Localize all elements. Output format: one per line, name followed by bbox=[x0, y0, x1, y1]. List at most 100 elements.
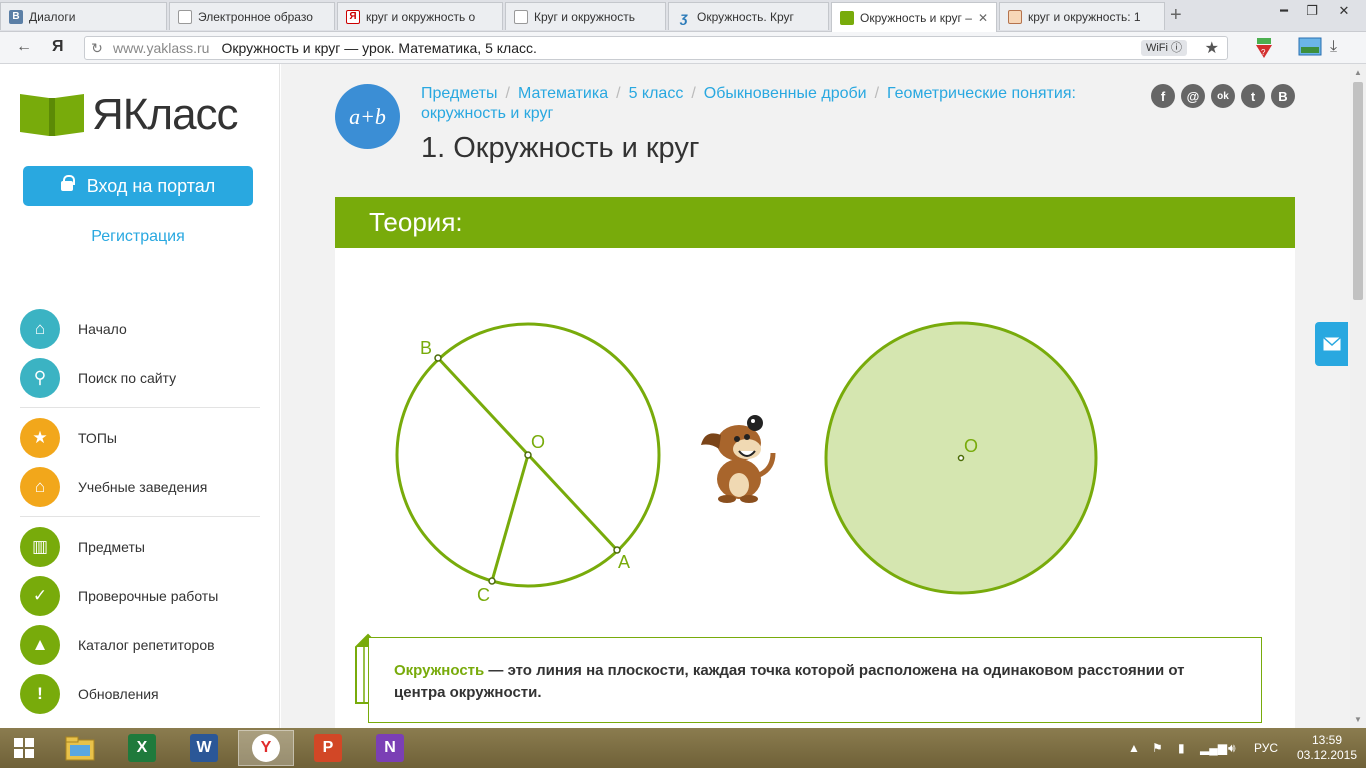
sidebar-item-updates[interactable]: ! Обновления bbox=[20, 669, 260, 718]
action-center-icon[interactable]: ⚑ bbox=[1152, 728, 1163, 768]
back-arrow-icon[interactable]: ← bbox=[16, 38, 32, 56]
clock[interactable]: 13:59 03.12.2015 bbox=[1296, 733, 1358, 763]
graduation-cap-icon: ▲ bbox=[20, 624, 60, 665]
tab-title: Электронное образо bbox=[198, 9, 313, 24]
sidebar-item-label: Поиск по сайту bbox=[78, 369, 177, 386]
sidebar-item-label: Предметы bbox=[78, 538, 145, 555]
sidebar-item-label: Каталог репетиторов bbox=[78, 636, 215, 653]
download-icon[interactable]: ⤓ bbox=[1330, 38, 1337, 56]
label-c: C bbox=[477, 585, 490, 605]
close-tab-icon[interactable]: ✕ bbox=[978, 11, 988, 25]
powerpoint-icon[interactable]: P bbox=[300, 730, 356, 766]
wifi-badge[interactable]: WiFi ⓘ bbox=[1140, 40, 1187, 56]
tab-title: круг и окружность: 1 bbox=[1028, 9, 1141, 24]
page-icon bbox=[178, 9, 192, 24]
tab-image[interactable]: круг и окружность: 1 bbox=[999, 2, 1165, 30]
breadcrumb-link[interactable]: Обыкновенные дроби bbox=[704, 85, 867, 102]
breadcrumb-link[interactable]: Математика bbox=[518, 85, 608, 102]
sidebar-item-schools[interactable]: ⌂ Учебные заведения bbox=[20, 462, 260, 511]
volume-icon[interactable]: 🔊︎ bbox=[1228, 728, 1236, 768]
new-tab-button[interactable]: + bbox=[1170, 4, 1182, 27]
login-button[interactable]: Вход на портал bbox=[23, 166, 253, 206]
twitter-icon[interactable]: t bbox=[1241, 84, 1265, 108]
star-icon: ★ bbox=[20, 417, 60, 458]
sidebar-item-tops[interactable]: ★ ТОПы bbox=[20, 413, 260, 462]
lock-icon bbox=[60, 175, 75, 191]
dog-mascot-icon bbox=[701, 415, 776, 503]
minimize-icon[interactable]: ━ bbox=[1270, 0, 1298, 22]
windows-start-icon[interactable] bbox=[4, 730, 44, 766]
vk-icon[interactable]: В bbox=[1271, 84, 1295, 108]
protect-icon[interactable]: ? bbox=[1254, 36, 1276, 65]
definition-body: — это линия на плоскости, каждая точка к… bbox=[394, 662, 1185, 701]
excel-icon[interactable]: X bbox=[114, 730, 170, 766]
svg-text:?: ? bbox=[1261, 48, 1266, 57]
battery-icon[interactable]: ▮ bbox=[1178, 728, 1185, 768]
tab-dialogs[interactable]: В Диалоги bbox=[0, 2, 167, 30]
sidebar-item-label: Обновления bbox=[78, 685, 159, 702]
tab-electronic[interactable]: Электронное образо bbox=[169, 2, 335, 30]
label-o2: O bbox=[964, 436, 978, 456]
facebook-icon[interactable]: f bbox=[1151, 84, 1175, 108]
tab-title: Диалоги bbox=[29, 9, 76, 24]
breadcrumb-link[interactable]: 5 класс bbox=[629, 85, 684, 102]
sidebar-item-tests[interactable]: ✓ Проверочные работы bbox=[20, 571, 260, 620]
word-icon[interactable]: W bbox=[176, 730, 232, 766]
tab-title: Окружность и круг – bbox=[860, 10, 972, 25]
sidebar-item-label: Начало bbox=[78, 320, 127, 337]
onenote-icon[interactable]: N bbox=[362, 730, 418, 766]
tab-title: круг и окружность о bbox=[366, 9, 476, 24]
book-icon: ▥ bbox=[20, 526, 60, 567]
tab-title: Круг и окружность bbox=[534, 9, 635, 24]
scroll-down-icon[interactable]: ▼ bbox=[1350, 715, 1366, 724]
tab-circle-2[interactable]: ʒ Окружность. Круг bbox=[668, 2, 829, 30]
tray-expand-icon[interactable]: ▲ bbox=[1128, 728, 1140, 768]
yandex-icon: Я bbox=[346, 9, 360, 24]
sidebar-item-tutors[interactable]: ▲ Каталог репетиторов bbox=[20, 620, 260, 669]
close-window-icon[interactable]: ✕ bbox=[1326, 0, 1362, 22]
definition-box: Окружность — это линия на плоскости, каж… bbox=[368, 637, 1262, 723]
scrollbar-thumb[interactable] bbox=[1353, 82, 1363, 300]
theory-card: Теория: B O A C O Окружность — это линия… bbox=[335, 197, 1295, 737]
scroll-up-icon[interactable]: ▲ bbox=[1350, 68, 1366, 77]
definition-text: Окружность — это линия на плоскости, каж… bbox=[394, 660, 1194, 704]
register-link[interactable]: Регистрация bbox=[0, 228, 276, 246]
building-icon: ⌂ bbox=[20, 466, 60, 507]
tab-title: Окружность. Круг bbox=[697, 9, 794, 24]
yandex-browser-icon[interactable]: Y bbox=[238, 730, 294, 766]
network-icon[interactable]: ▂▄▆ bbox=[1200, 728, 1227, 768]
yaklass-logo[interactable]: ЯКласс bbox=[20, 90, 239, 140]
bookmark-star-icon[interactable]: ★ bbox=[1205, 38, 1219, 58]
tab-yaklass-active[interactable]: Окружность и круг – ✕ bbox=[831, 2, 997, 32]
clock-time: 13:59 bbox=[1311, 733, 1343, 747]
breadcrumb-link[interactable]: Предметы bbox=[421, 85, 497, 102]
yaklass-icon bbox=[840, 10, 854, 25]
file-explorer-icon[interactable] bbox=[52, 730, 108, 766]
page-icon bbox=[514, 9, 528, 24]
sidebar-item-home[interactable]: ⌂ Начало bbox=[20, 304, 260, 353]
sidebar-item-label: Учебные заведения bbox=[78, 478, 208, 495]
mail-ru-icon[interactable]: @ bbox=[1181, 84, 1205, 108]
yandex-logo-icon[interactable]: Я bbox=[52, 38, 64, 56]
reload-icon[interactable]: ↻ bbox=[85, 40, 109, 57]
divider bbox=[20, 516, 260, 517]
url-field[interactable]: ↻ www.yaklass.ru Окружность и круг — уро… bbox=[84, 36, 1228, 60]
tab-yandex-search[interactable]: Я круг и окружность о bbox=[337, 2, 503, 30]
address-bar: ← Я ↻ www.yaklass.ru Окружность и круг —… bbox=[0, 32, 1366, 64]
url-page-title: Окружность и круг — урок. Математика, 5 … bbox=[221, 40, 537, 56]
screenshot-icon[interactable] bbox=[1298, 36, 1322, 63]
login-button-label: Вход на портал bbox=[86, 175, 216, 196]
tab-circle[interactable]: Круг и окружность bbox=[505, 2, 666, 30]
divider bbox=[20, 407, 260, 408]
page-scrollbar[interactable]: ▲ ▼ bbox=[1350, 64, 1366, 728]
sidebar-item-search[interactable]: ⚲ Поиск по сайту bbox=[20, 353, 260, 402]
sidebar-item-subjects[interactable]: ▥ Предметы bbox=[20, 522, 260, 571]
restore-icon[interactable]: ❐ bbox=[1298, 0, 1326, 22]
main-content: a+b Предметы / Математика/5 класс / Обыкнове… bbox=[281, 64, 1350, 737]
point-o bbox=[524, 451, 532, 459]
odnoklassniki-icon[interactable]: ok bbox=[1211, 84, 1235, 108]
sidebar-menu: ⌂ Начало ⚲ Поиск по сайту ★ ТОПы ⌂ Учебн… bbox=[20, 304, 260, 718]
taskbar: X W Y P N ▲ ⚑ ▮ ▂▄▆ 🔊︎ РУС 13:59 03.12.2… bbox=[0, 728, 1366, 768]
language-indicator[interactable]: РУС bbox=[1254, 728, 1278, 768]
feedback-mail-button[interactable] bbox=[1315, 322, 1348, 366]
